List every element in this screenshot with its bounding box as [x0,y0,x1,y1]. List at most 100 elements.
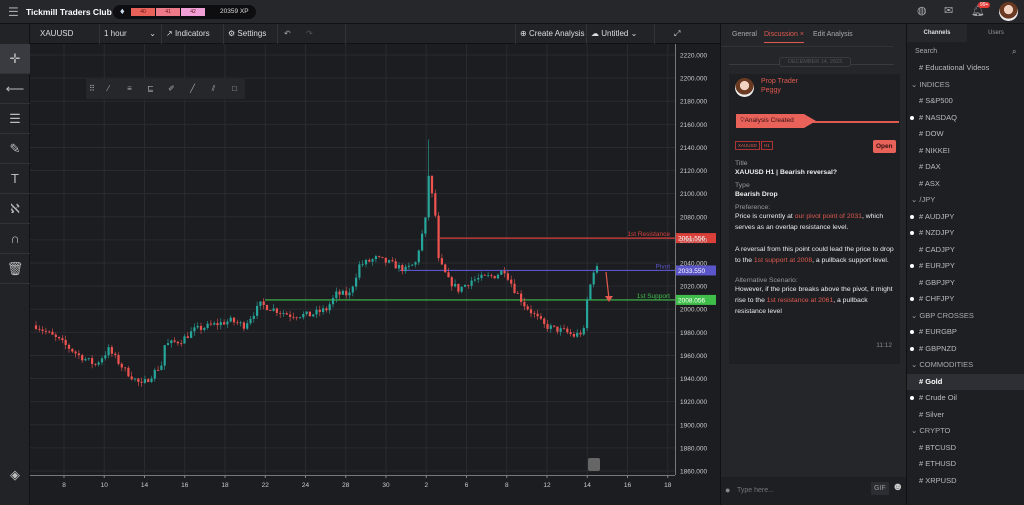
settings-button[interactable]: ⚙ Settings [224,24,278,44]
channel-item[interactable]: # GBPNZD [907,341,1024,357]
channel-item[interactable]: # GBPJPY [907,275,1024,291]
channel-item[interactable]: # CHFJPY [907,291,1024,307]
y-tick-label: 1860.000 [680,469,707,476]
trash-icon[interactable]: 🗑︎ [0,254,30,284]
event-badge: 💡︎Analysis Created [736,114,816,128]
globe-icon[interactable]: ◍ [917,4,927,17]
user-avatar[interactable] [999,2,1018,21]
indicators-button[interactable]: ↗ Indicators [162,24,224,44]
candle-body [64,339,67,345]
channel-item[interactable]: # XRPUSD [907,473,1024,489]
horizontal-line-icon[interactable]: ⟵ [0,74,30,104]
channel-icon[interactable]: ⫽ [203,79,224,99]
parallel-lines-icon[interactable]: ☰ [0,104,30,134]
level-name: 1st Resistance [627,231,670,238]
y-tick-label: 1960.000 [680,353,707,360]
channel-item[interactable]: # NIKKEI [907,143,1024,159]
pen-icon[interactable]: ⁄ [98,79,119,99]
message-input[interactable] [737,483,857,497]
text-icon[interactable]: T [0,164,30,194]
y-tick-label: 1880.000 [680,445,707,452]
candle-body [562,328,566,330]
layers-icon[interactable]: ◈ [0,460,30,490]
channel-section[interactable]: ⌄ GBP CROSSES [907,308,1024,324]
gif-button[interactable]: GIF [871,482,889,495]
channel-item[interactable]: # Crude Oil [907,390,1024,406]
layout-select[interactable]: ☁ Untitled ⌄ [587,24,655,44]
channel-item[interactable]: # NASDAQ [907,110,1024,126]
tab-users[interactable]: Users [967,24,1024,42]
brush-icon[interactable]: ✎ [0,134,30,164]
channel-item[interactable]: # EURJPY [907,258,1024,274]
channel-item[interactable]: # NZDJPY [907,225,1024,241]
channel-item[interactable]: # Silver [907,407,1024,423]
search-icon[interactable]: ⌕ [1012,47,1016,57]
redo-button[interactable]: ↷ [302,24,346,44]
candle-body [427,175,430,218]
close-icon[interactable]: × [800,31,804,38]
crosshair-icon[interactable]: ✛ [0,44,30,74]
candle-body [213,323,216,325]
y-tick-label: 1920.000 [680,399,707,406]
menu-icon[interactable]: ☰ [8,5,19,19]
tab-general[interactable]: General [732,31,757,38]
price-chart[interactable]: 1st Resistance2061.556Pivot2033.5501st S… [30,44,720,505]
channel-search[interactable]: Search [915,48,937,55]
tab-channels[interactable]: Channels [907,24,967,42]
emoji-icon[interactable]: ☻ [892,481,904,493]
open-button[interactable]: Open [873,140,896,153]
x-tick-label: 28 [342,482,350,489]
undo-button[interactable]: ↶ [280,24,298,44]
create-analysis-button[interactable]: ⊕ Create Analysis [515,24,587,44]
candle-body [586,299,589,329]
fib-icon[interactable]: ⊑ [140,79,161,99]
tab-edit-analysis[interactable]: Edit Analysis [813,31,853,38]
pattern-icon[interactable]: ℵ [0,194,30,224]
drag-handle-icon[interactable]: ⠿ [86,79,98,99]
brush-icon[interactable]: ✐ [161,79,182,99]
tag-symbol[interactable]: XAUUSD [735,141,760,150]
channel-section[interactable]: ⌄ INDICES [907,77,1024,93]
magnet-icon[interactable]: ∩ [0,224,30,254]
candle-body [325,308,328,311]
candle-body [546,323,549,329]
interval-select[interactable]: 1 hour ⌄ [100,24,162,44]
channel-item[interactable]: # Gold [907,373,1024,390]
channel-item[interactable]: # ETHUSD [907,456,1024,472]
symbol-label[interactable]: XAUUSD [30,24,100,44]
channel-item[interactable]: # BTCUSD [907,440,1024,456]
channel-item[interactable]: # DOW [907,126,1024,142]
candle-body [487,275,490,277]
channel-item[interactable]: # S&P500 [907,93,1024,109]
candle-body [582,328,585,335]
lines-icon[interactable]: ≡ [119,79,140,99]
fullscreen-icon[interactable]: ⤢ [670,24,684,44]
channel-section[interactable]: ⌄ /JPY [907,192,1024,208]
channel-item[interactable]: # DAX [907,159,1024,175]
trendline-icon[interactable]: ╱ [182,79,203,99]
gear-icon: ⚙ [228,29,238,38]
candle-body [553,325,556,327]
candle-body [67,344,71,349]
candle-body [117,354,120,364]
channel-item[interactable]: # AUDJPY [907,209,1024,225]
channel-item[interactable]: # CADJPY [907,242,1024,258]
rectangle-icon[interactable]: □ [224,79,245,99]
channel-item[interactable]: # ASX [907,176,1024,192]
x-tick-label: 8 [62,482,66,489]
tab-discussion[interactable]: Discussion × [764,31,804,43]
channel-section[interactable]: ⌄ COMMODITIES [907,357,1024,373]
channel-item[interactable]: # EURGBP [907,324,1024,340]
mail-icon[interactable]: ✉ [944,4,953,17]
channel-section[interactable]: ⌄ CRYPTO [907,423,1024,439]
channel-item[interactable]: # Educational Videos [907,60,1024,76]
y-tick-label: 2020.000 [680,284,707,291]
lightbulb-icon[interactable] [588,458,600,471]
channel-label: GBPJPY [925,277,955,287]
tag-timeframe[interactable]: H1 [761,141,773,150]
channel-label: GBP CROSSES [919,310,974,320]
candle-body [335,291,338,299]
channel-label: DAX [925,162,941,171]
candle-body [394,261,397,269]
attach-icon[interactable]: ● [725,485,730,495]
